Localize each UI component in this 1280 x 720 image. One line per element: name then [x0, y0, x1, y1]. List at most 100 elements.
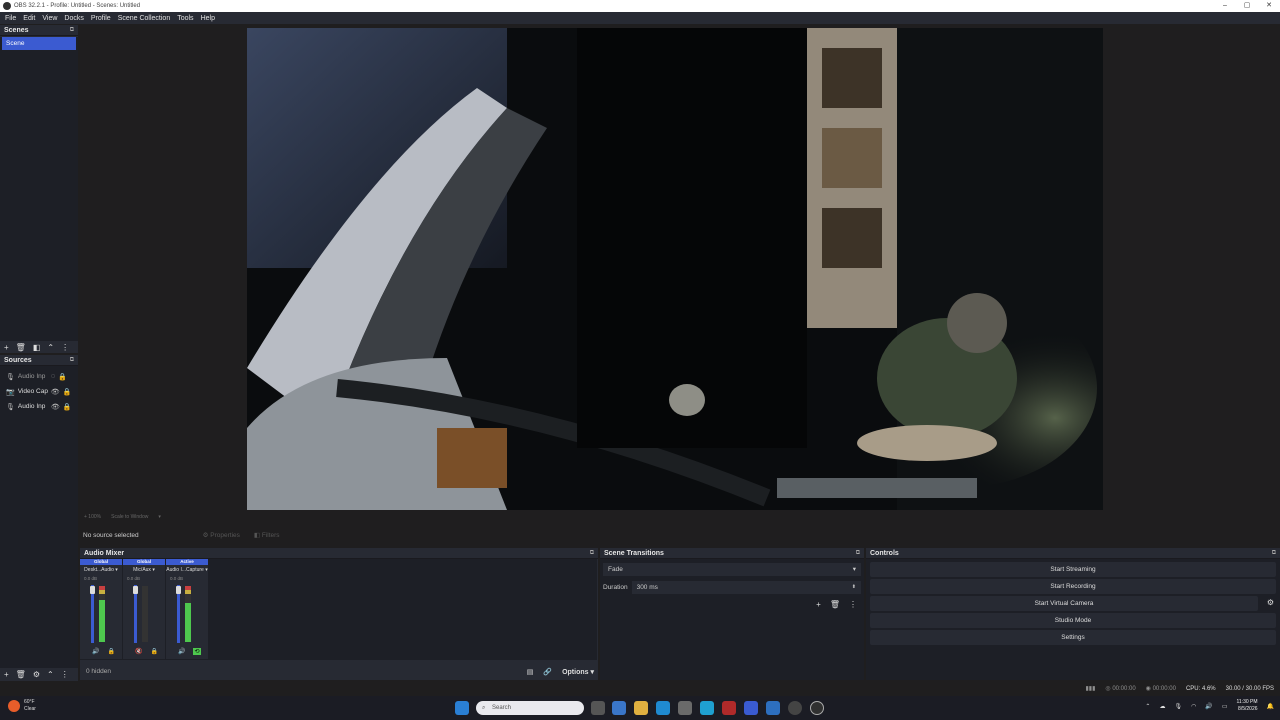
store-icon[interactable] [678, 701, 692, 715]
stepper-icon[interactable]: ⬍ [852, 581, 856, 594]
eye-icon[interactable]: 👁 [51, 388, 60, 396]
add-source-icon[interactable]: + [4, 670, 9, 679]
volume-fader-knob[interactable] [176, 586, 181, 594]
menu-edit[interactable]: Edit [23, 15, 35, 22]
menu-docks[interactable]: Docks [64, 15, 83, 22]
scene-filter-icon[interactable]: ◧ [33, 343, 41, 352]
audio-mixer-title: Audio Mixer [84, 549, 125, 557]
channel-lock-icon[interactable]: 🔒 [150, 648, 157, 655]
chevron-up-icon[interactable]: ⌃ [1145, 703, 1150, 710]
taskbar-search[interactable]: ⌕ Search [476, 701, 584, 715]
source-item[interactable]: 📷 Video Cap 👁 🔒 [0, 384, 78, 399]
remove-scene-icon[interactable]: 🗑 [16, 343, 26, 352]
undock-icon[interactable]: ⧉ [70, 27, 74, 34]
mixer-link-icon[interactable]: 🔗 [543, 668, 552, 676]
sources-title: Sources [4, 356, 32, 364]
volume-fader-knob[interactable] [90, 586, 95, 594]
task-view-icon[interactable] [591, 701, 605, 715]
lock-icon[interactable]: 🔒 [58, 373, 67, 381]
microphone-icon[interactable]: 🎙 [1174, 703, 1182, 710]
mail-icon[interactable] [766, 701, 780, 715]
weather-widget[interactable]: 60°F Clear [8, 699, 36, 713]
mic-icon: 🎙 [6, 403, 15, 411]
add-transition-icon[interactable]: + [816, 600, 821, 609]
menu-profile[interactable]: Profile [91, 15, 111, 22]
settings-button[interactable]: Settings [870, 630, 1276, 645]
menu-tools[interactable]: Tools [177, 15, 193, 22]
source-item[interactable]: 🎙 Audio Inp 👁 🔒 [0, 399, 78, 414]
close-button[interactable]: ✕ [1258, 0, 1280, 12]
filters-button[interactable]: ◧ Filters [254, 531, 280, 539]
sources-list: 🎙 Audio Inp ◌ 🔒 📷 Video Cap 👁 🔒 🎙 Audio … [0, 366, 78, 668]
scale-mode[interactable]: Scale to Window [111, 514, 148, 520]
security-icon[interactable] [722, 701, 736, 715]
lock-icon[interactable]: 🔒 [63, 388, 72, 396]
remove-transition-icon[interactable]: 🗑 [830, 600, 840, 609]
more-options-icon[interactable]: ⋮ [61, 343, 69, 352]
audio-mixer-header: Audio Mixer ⧉ [80, 548, 598, 559]
channel-name[interactable]: Mic/Aux ▾ [123, 567, 165, 573]
clock[interactable]: 11:30 PM 8/5/2026 [1236, 699, 1257, 713]
undock-icon[interactable]: ⧉ [1272, 550, 1276, 557]
move-up-icon[interactable]: ⌃ [47, 343, 54, 352]
remove-source-icon[interactable]: 🗑 [16, 670, 26, 679]
speaker-icon[interactable]: 🔊 [92, 648, 99, 655]
studio-mode-button[interactable]: Studio Mode [870, 613, 1276, 628]
speaker-icon[interactable]: 🔊 [178, 648, 185, 655]
lock-icon[interactable]: 🔒 [63, 403, 72, 411]
source-properties-icon[interactable]: ⚙ [33, 670, 40, 679]
copilot-icon[interactable] [612, 701, 626, 715]
start-streaming-button[interactable]: Start Streaming [870, 562, 1276, 577]
more-options-icon[interactable]: ⋮ [849, 600, 857, 609]
add-scene-icon[interactable]: + [4, 343, 9, 352]
properties-button[interactable]: ⚙ Properties [203, 531, 240, 539]
menu-file[interactable]: File [5, 15, 16, 22]
monitor-active-icon[interactable]: ⟲ [193, 648, 201, 655]
menu-scene-collection[interactable]: Scene Collection [118, 15, 171, 22]
selected-source-label: No source selected [83, 531, 139, 539]
undock-icon[interactable]: ⧉ [70, 357, 74, 364]
app-icon[interactable] [744, 701, 758, 715]
mixer-layout-icon[interactable]: ▤ [527, 668, 534, 676]
windows-start-icon[interactable] [455, 701, 469, 715]
file-explorer-icon[interactable] [634, 701, 648, 715]
battery-icon[interactable]: ▭ [1222, 703, 1228, 710]
menu-view[interactable]: View [42, 15, 57, 22]
move-up-icon[interactable]: ⌃ [47, 670, 54, 679]
video-preview[interactable] [247, 28, 1103, 510]
media-player-icon[interactable] [788, 701, 802, 715]
more-options-icon[interactable]: ⋮ [61, 670, 69, 679]
wifi-icon[interactable]: ◠ [1191, 703, 1196, 710]
scene-item[interactable]: Scene [2, 37, 76, 50]
window-title: OBS 32.2.1 - Profile: Untitled - Scenes:… [14, 3, 141, 9]
volume-icon[interactable]: 🔊 [1205, 703, 1212, 710]
context-bar: No source selected ⚙ Properties ◧ Filter… [80, 526, 1280, 544]
minimize-button[interactable]: – [1214, 0, 1236, 12]
muted-speaker-icon[interactable]: 🔇 [135, 648, 142, 655]
channel-name[interactable]: Deskt...Audio ▾ [80, 567, 122, 573]
maximize-button[interactable]: ▢ [1236, 0, 1258, 12]
volume-fader-knob[interactable] [133, 586, 138, 594]
undock-icon[interactable]: ⧉ [590, 550, 594, 557]
notifications-icon[interactable]: 🔔 [1267, 703, 1274, 710]
channel-lock-icon[interactable]: 🔒 [107, 648, 114, 655]
undock-icon[interactable]: ⧉ [856, 550, 860, 557]
channel-name[interactable]: Audio I...Capture ▾ [166, 567, 208, 573]
chevron-down-icon[interactable]: ▾ [158, 514, 161, 520]
obs-taskbar-icon[interactable] [810, 701, 824, 715]
start-recording-button[interactable]: Start Recording [870, 579, 1276, 594]
start-virtual-camera-button[interactable]: Start Virtual Camera [870, 596, 1258, 611]
transition-type-select[interactable]: Fade ▾ [603, 563, 861, 576]
eye-icon[interactable]: 👁 [51, 403, 60, 411]
virtual-camera-settings-icon[interactable]: ⚙ [1267, 598, 1274, 607]
zoom-level[interactable]: + 100% [84, 514, 101, 520]
source-item[interactable]: 🎙 Audio Inp ◌ 🔒 [0, 369, 78, 384]
help-icon[interactable] [700, 701, 714, 715]
channel-db: 0.0 dB [84, 576, 98, 581]
eye-hidden-icon[interactable]: ◌ [51, 373, 55, 380]
options-button[interactable]: Options ▾ [562, 668, 594, 676]
cloud-icon[interactable]: ☁ [1159, 703, 1165, 710]
edge-browser-icon[interactable] [656, 701, 670, 715]
duration-input[interactable]: 300 ms ⬍ [631, 581, 861, 594]
menu-help[interactable]: Help [201, 15, 215, 22]
